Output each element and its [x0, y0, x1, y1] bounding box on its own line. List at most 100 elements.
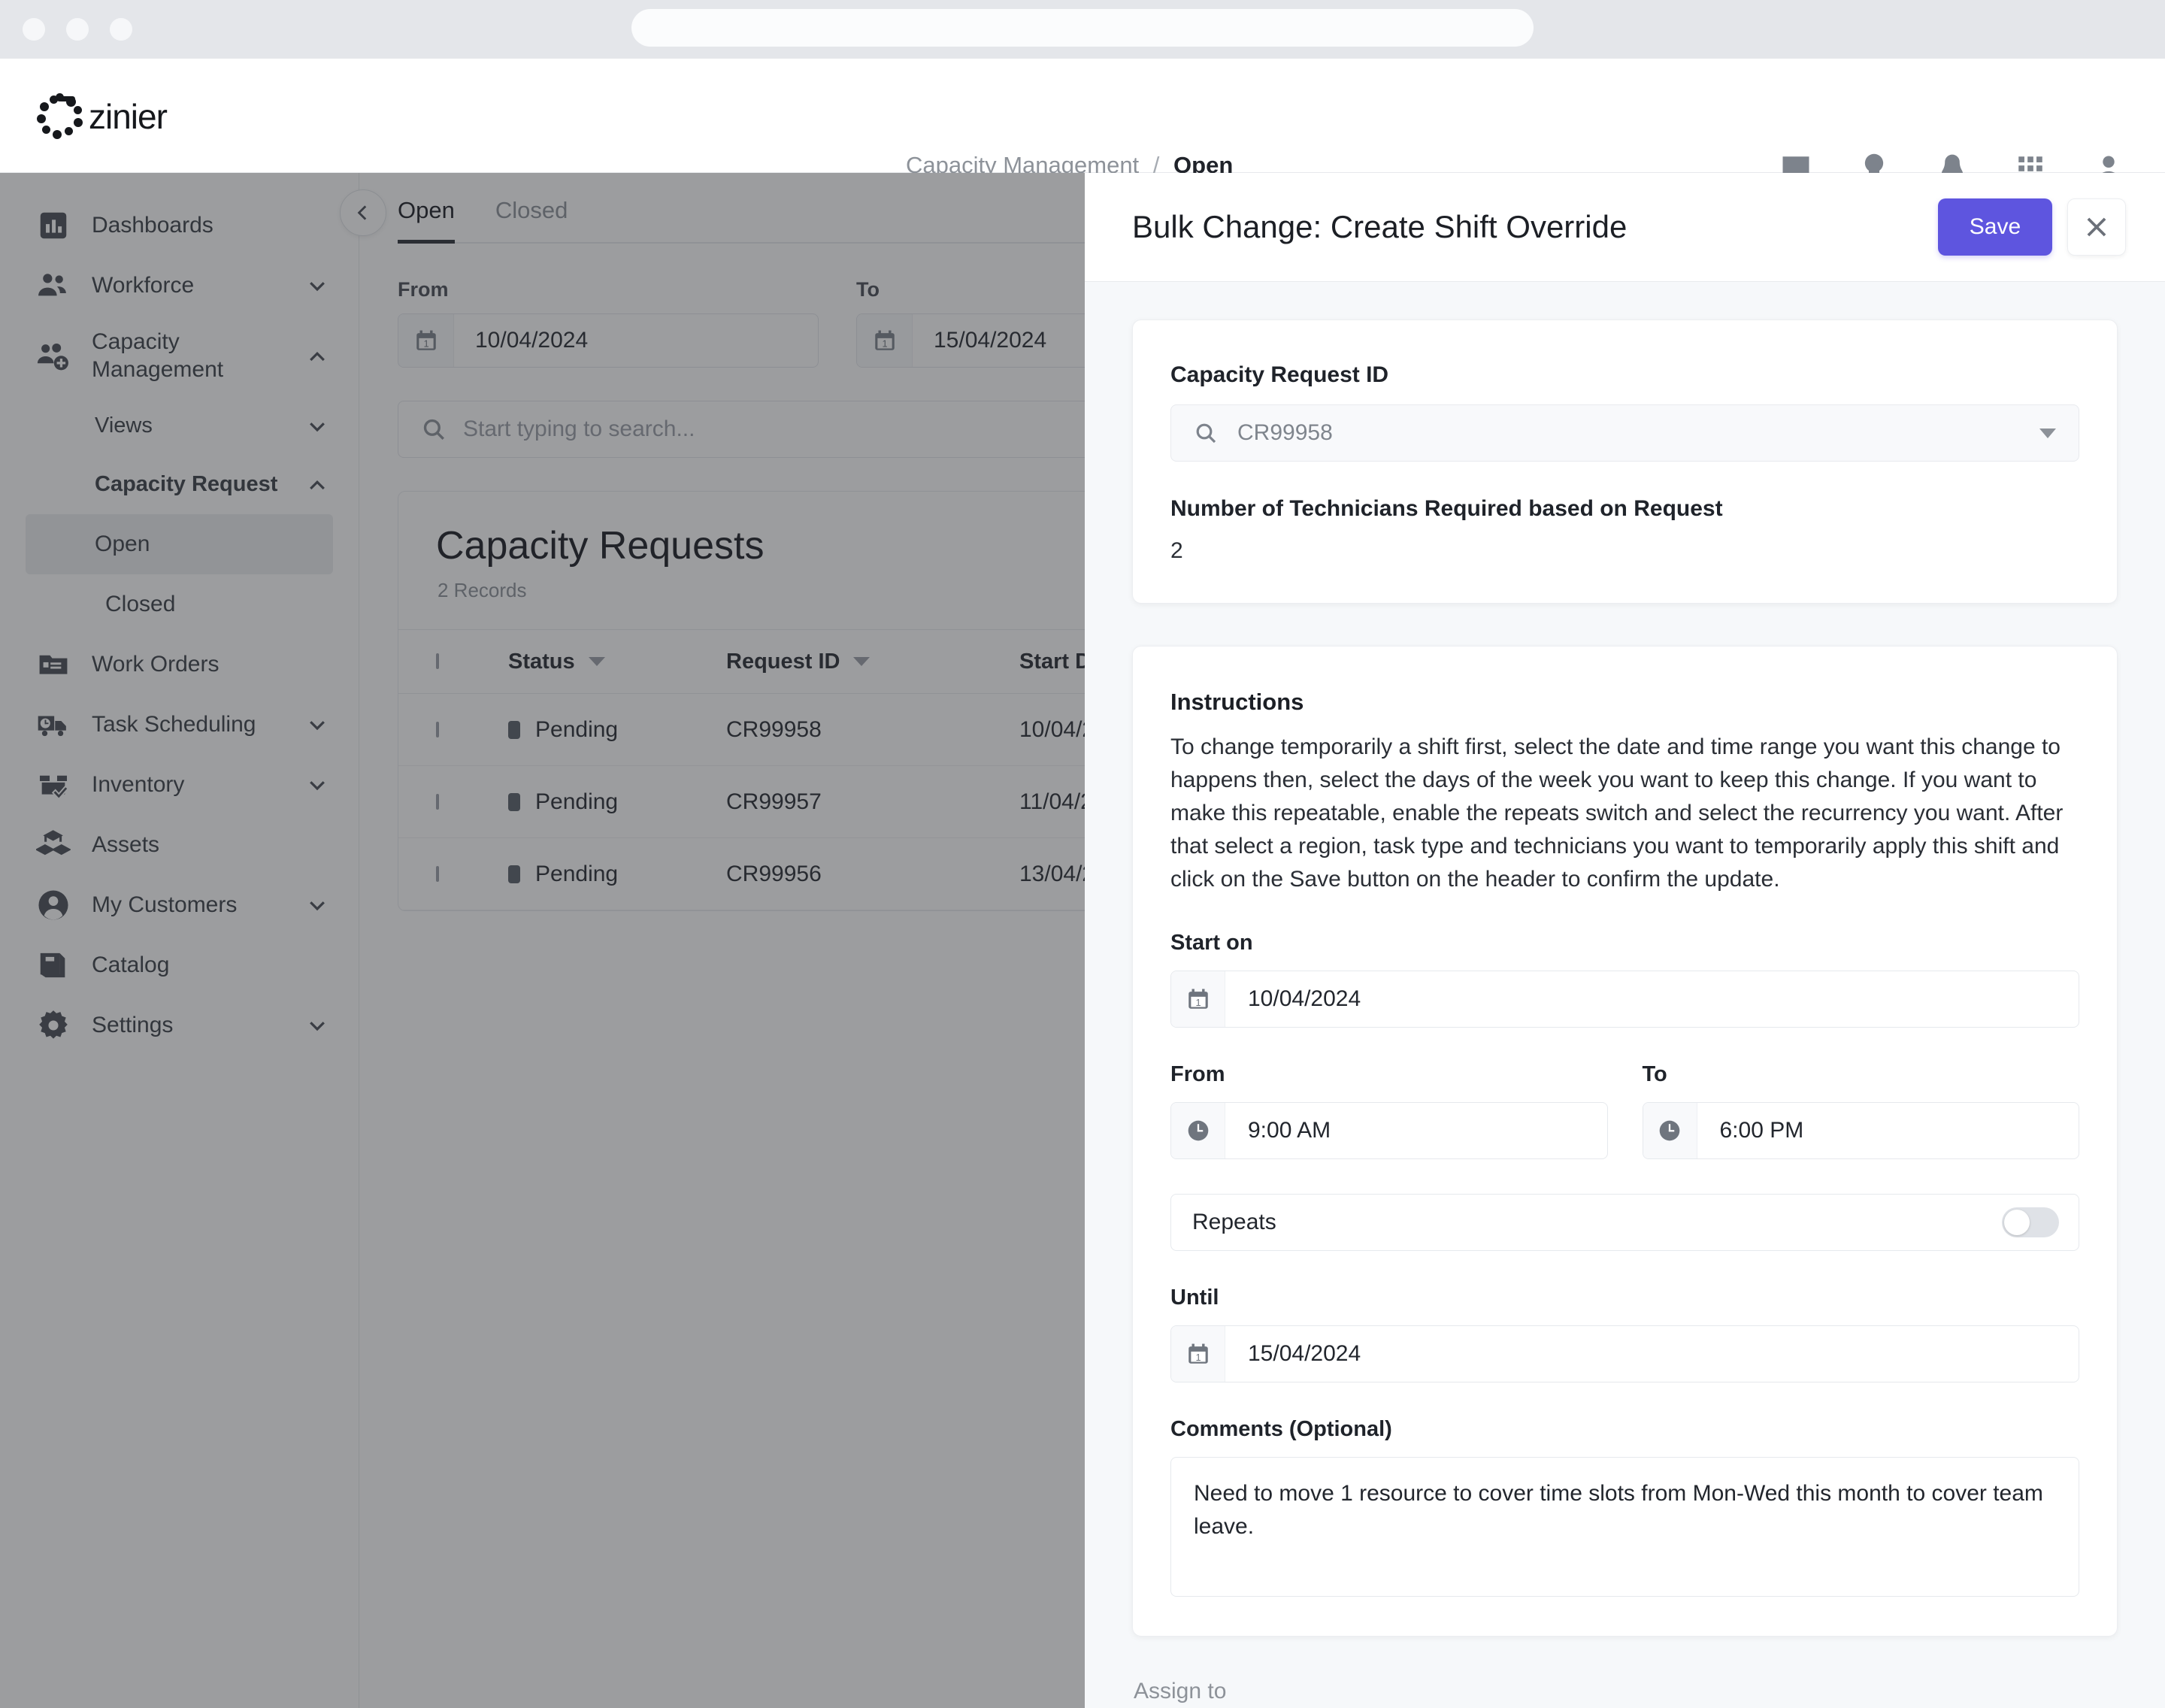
technicians-required-value: 2	[1170, 538, 1183, 563]
row-checkbox[interactable]	[436, 793, 439, 810]
row-checkbox[interactable]	[436, 865, 439, 882]
cell-status: Pending	[508, 717, 726, 743]
comments-textarea[interactable]: Need to move 1 resource to cover time sl…	[1170, 1457, 2079, 1597]
sidebar-item-label: Work Orders	[92, 651, 220, 677]
repeats-row[interactable]: Repeats	[1170, 1194, 2079, 1252]
status-dot-icon	[508, 865, 520, 883]
workforce-icon	[36, 268, 71, 303]
svg-text:1: 1	[1195, 998, 1201, 1009]
sidebar-item-closed[interactable]: Closed	[0, 574, 359, 634]
filter-from-label: From	[398, 278, 449, 301]
calendar-icon: 1	[1171, 1326, 1225, 1382]
gear-icon	[36, 1008, 71, 1043]
sidebar-item-inventory[interactable]: Inventory	[0, 755, 359, 815]
zinier-logo-mark	[36, 93, 83, 140]
customers-icon	[36, 888, 71, 922]
task-scheduling-icon	[36, 707, 71, 742]
filter-from-input[interactable]: 1 10/04/2024	[398, 313, 819, 368]
sidebar-item-settings[interactable]: Settings	[0, 995, 359, 1055]
sidebar-item-views[interactable]: Views	[0, 397, 359, 456]
until-label: Until	[1170, 1286, 1219, 1310]
time-to-input[interactable]: 6:00 PM	[1642, 1102, 2079, 1160]
time-range-row: From 9:00 AM To 6:00 PM	[1170, 1062, 2079, 1160]
column-header-request-id[interactable]: Request ID	[726, 650, 1019, 674]
filter-from-value: 10/04/2024	[475, 328, 589, 353]
filter-to-value: 15/04/2024	[934, 328, 1047, 353]
calendar-icon: 1	[1171, 971, 1225, 1028]
sidebar-item-open[interactable]: Open	[26, 514, 333, 574]
window-maximize-button[interactable]	[110, 18, 132, 41]
capacity-request-id-label: Capacity Request ID	[1170, 362, 1389, 387]
app-header: zinier Capacity Management / Open	[0, 59, 2165, 183]
repeats-toggle[interactable]	[2002, 1207, 2059, 1238]
sidebar-item-label: Views	[95, 413, 153, 438]
sort-caret-icon[interactable]	[588, 657, 605, 666]
row-checkbox[interactable]	[436, 721, 439, 737]
calendar-icon: 1	[857, 314, 913, 367]
tab-closed[interactable]: Closed	[495, 197, 568, 244]
time-from-value: 9:00 AM	[1248, 1118, 1331, 1143]
cell-request-id: CR99957	[726, 789, 822, 814]
catalog-icon	[36, 948, 71, 983]
filter-from: From 1 10/04/2024	[398, 278, 819, 368]
chevron-down-icon[interactable]	[306, 894, 329, 916]
assets-icon	[36, 828, 71, 862]
sort-caret-icon[interactable]	[853, 657, 871, 666]
comments-label: Comments (Optional)	[1170, 1417, 1392, 1442]
sidebar-item-workforce[interactable]: Workforce	[0, 256, 359, 316]
tab-open[interactable]: Open	[398, 197, 455, 244]
start-on-input[interactable]: 1 10/04/2024	[1170, 971, 2079, 1028]
sidebar-item-my-customers[interactable]: My Customers	[0, 875, 359, 935]
until-input[interactable]: 1 15/04/2024	[1170, 1325, 2079, 1383]
sidebar-item-label: Capacity Management	[92, 329, 224, 382]
close-button[interactable]	[2067, 198, 2126, 256]
chevron-down-icon[interactable]	[306, 274, 329, 297]
bulk-change-drawer: Bulk Change: Create Shift Override Save …	[1085, 173, 2165, 1708]
chevron-up-icon[interactable]	[306, 345, 329, 368]
sidebar-item-assets[interactable]: Assets	[0, 815, 359, 875]
chevron-up-icon[interactable]	[306, 474, 329, 496]
sidebar-item-label: Task Scheduling	[92, 711, 256, 737]
sidebar-item-task-scheduling[interactable]: Task Scheduling	[0, 695, 359, 755]
status-dot-icon	[508, 720, 520, 739]
select-all-checkbox[interactable]	[436, 653, 439, 669]
column-header-status[interactable]: Status	[508, 650, 726, 674]
window-traffic-lights[interactable]	[23, 18, 132, 41]
drawer-body: Capacity Request ID CR99958 Number of Te…	[1085, 282, 2165, 1708]
chevron-down-icon[interactable]	[306, 415, 329, 438]
until-value: 15/04/2024	[1248, 1341, 1361, 1367]
sidebar-item-work-orders[interactable]: Work Orders	[0, 634, 359, 695]
capacity-request-id-select[interactable]: CR99958	[1170, 404, 2079, 462]
dashboard-icon	[36, 208, 71, 243]
calendar-icon: 1	[398, 314, 454, 367]
time-from-input[interactable]: 9:00 AM	[1170, 1102, 1608, 1160]
sidebar-item-label: Inventory	[92, 771, 185, 797]
window-close-button[interactable]	[23, 18, 45, 41]
instructions-body: To change temporarily a shift first, sel…	[1170, 734, 2064, 892]
clock-icon	[1171, 1103, 1225, 1159]
sidebar-item-capacity-management[interactable]: Capacity Management	[0, 316, 359, 397]
sidebar-item-label: Dashboards	[92, 212, 213, 238]
repeats-label: Repeats	[1192, 1210, 1276, 1235]
instructions-card: Instructions To change temporarily a shi…	[1132, 646, 2118, 1637]
url-bar[interactable]	[631, 9, 1534, 47]
chevron-down-icon[interactable]	[306, 1014, 329, 1037]
window-minimize-button[interactable]	[66, 18, 89, 41]
sidebar-item-label: Catalog	[92, 952, 170, 977]
close-icon	[2087, 217, 2106, 237]
chevron-down-icon[interactable]	[306, 774, 329, 796]
sidebar-item-label: Assets	[92, 831, 160, 857]
work-orders-icon	[36, 647, 71, 682]
zinier-logo[interactable]: zinier	[36, 93, 168, 140]
search-icon	[423, 419, 444, 440]
cell-request-id: CR99956	[726, 861, 822, 886]
sidebar-collapse-button[interactable]	[340, 189, 386, 236]
sidebar-item-catalog[interactable]: Catalog	[0, 935, 359, 995]
sidebar-item-dashboards[interactable]: Dashboards	[0, 195, 359, 256]
chevron-down-icon[interactable]	[306, 713, 329, 736]
save-button[interactable]: Save	[1938, 198, 2052, 256]
status-dot-icon	[508, 792, 520, 811]
chevron-down-icon[interactable]	[2039, 428, 2056, 438]
sidebar-item-capacity-request[interactable]: Capacity Request	[0, 456, 359, 514]
assign-to-heading: Assign to	[1134, 1679, 1227, 1704]
